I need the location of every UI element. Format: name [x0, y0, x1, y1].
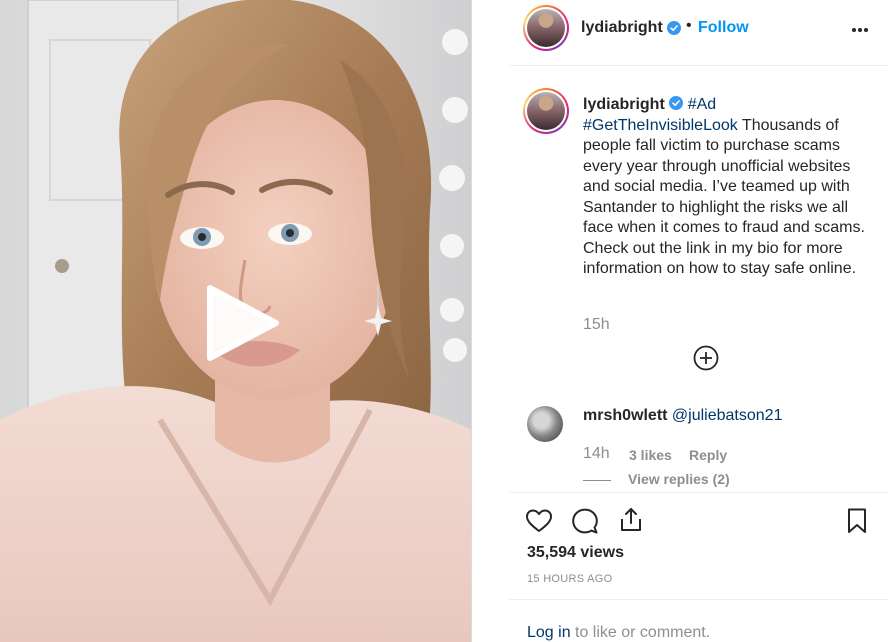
login-link[interactable]: Log in — [527, 624, 571, 642]
comment-likes[interactable]: 3 likes — [629, 447, 672, 463]
separator-dot: • — [686, 17, 692, 34]
view-count: 35,594 views — [527, 544, 624, 561]
follow-button[interactable]: Follow — [698, 19, 749, 37]
campaign-hashtag[interactable]: #GetTheInvisibleLook — [583, 117, 738, 134]
more-options-icon[interactable] — [850, 20, 870, 40]
comment-mention[interactable]: @juliebatson21 — [672, 407, 783, 424]
login-prompt-text: to like or comment. — [575, 624, 711, 641]
comment-text: mrsh0wlett @juliebatson21 — [583, 407, 782, 425]
post-header: lydiabright • Follow — [509, 0, 888, 66]
view-replies-button[interactable]: View replies (2) — [628, 471, 730, 487]
ad-hashtag[interactable]: #Ad — [688, 96, 716, 113]
author-username[interactable]: lydiabright — [581, 19, 663, 37]
heart-icon[interactable] — [525, 507, 553, 535]
verified-badge-icon — [669, 96, 684, 110]
post-caption: lydiabright #Ad #GetTheInvisibleLook Tho… — [583, 95, 875, 280]
login-prompt: Log in to like or comment. — [509, 599, 888, 642]
post-video[interactable] — [0, 0, 472, 642]
comment-icon[interactable] — [571, 507, 599, 535]
play-icon[interactable] — [204, 284, 280, 362]
post-details-panel: lydiabright • Follow lydiabright #Ad #Ge… — [509, 0, 888, 642]
author-avatar[interactable] — [523, 5, 569, 51]
bookmark-icon[interactable] — [843, 507, 871, 535]
caption-username[interactable]: lydiabright — [583, 96, 665, 113]
commenter-avatar[interactable] — [527, 406, 563, 442]
share-icon[interactable] — [617, 505, 645, 533]
replies-divider — [583, 480, 611, 481]
caption-author-avatar[interactable] — [523, 88, 569, 134]
commenter-username[interactable]: mrsh0wlett — [583, 407, 667, 424]
comment-timestamp: 14h — [583, 445, 610, 462]
load-more-comments-icon[interactable] — [693, 345, 719, 371]
post-actions: 35,594 views 15 HOURS AGO Log in to like… — [509, 492, 888, 642]
caption-timestamp: 15h — [583, 316, 610, 333]
post-age: 15 HOURS AGO — [527, 573, 613, 585]
comment-reply-button[interactable]: Reply — [689, 447, 727, 463]
caption-text: Thousands of people fall victim to purch… — [583, 116, 865, 278]
verified-badge-icon — [667, 21, 681, 35]
